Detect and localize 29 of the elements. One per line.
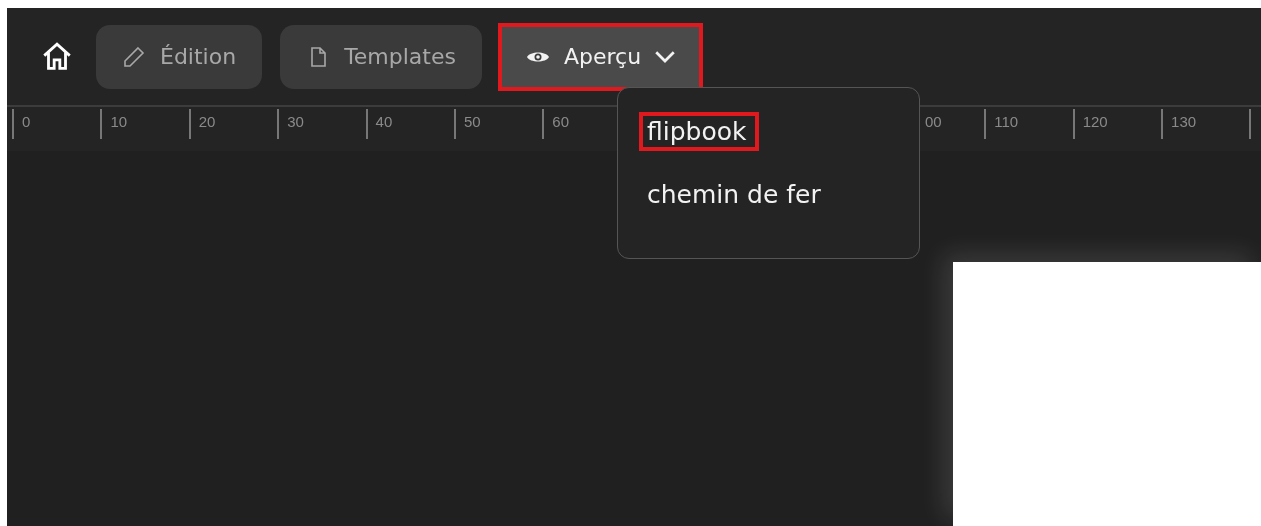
ruler-label: 00	[923, 113, 942, 130]
ruler-tick	[984, 109, 987, 139]
ruler-tick	[1072, 109, 1075, 139]
menu-item[interactable]: flipbook	[641, 114, 757, 149]
ruler-label: 30	[286, 113, 304, 130]
ruler-tick	[100, 109, 103, 139]
ruler-label: 120	[1081, 113, 1108, 130]
ruler-tick	[188, 109, 191, 139]
ruler-label: 130	[1170, 113, 1197, 130]
menu-item[interactable]: chemin de fer	[641, 177, 831, 212]
chevron-down-icon	[655, 50, 676, 63]
ruler-label: 60	[551, 113, 570, 130]
ruler-tick	[277, 109, 280, 139]
ruler-label: 0	[21, 113, 31, 130]
ruler-tick	[1249, 109, 1252, 139]
ruler-tick	[365, 109, 368, 139]
ruler-label: 110	[993, 113, 1019, 130]
ruler-label: 50	[462, 113, 481, 130]
ruler-tick	[1161, 109, 1164, 139]
preview-dropdown[interactable]: Aperçu	[500, 24, 702, 89]
ruler-label: 20	[197, 113, 216, 130]
ruler-label: 40	[374, 113, 393, 130]
pencil-icon	[122, 44, 146, 69]
ruler-label: 10	[109, 113, 128, 130]
toolbar-tab[interactable]: Templates	[280, 24, 482, 89]
ruler-tick	[12, 109, 14, 139]
ruler-tick	[453, 109, 456, 139]
toolbar-tab[interactable]: Édition	[96, 24, 263, 89]
ruler-tick	[542, 109, 545, 139]
